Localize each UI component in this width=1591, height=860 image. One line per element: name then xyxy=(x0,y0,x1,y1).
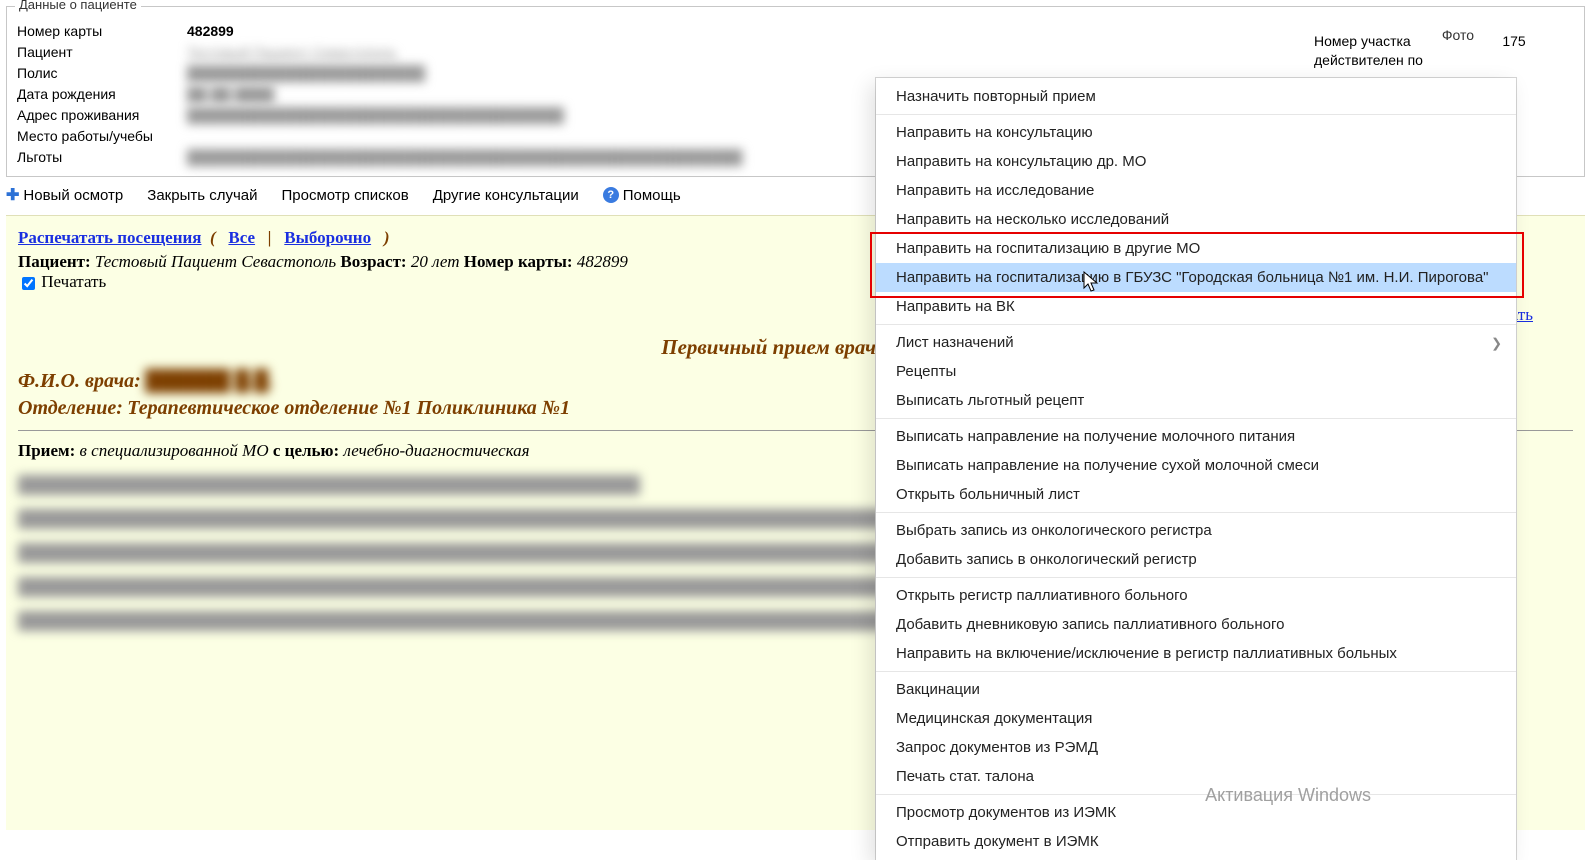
menu-item[interactable]: Отправить документ в ИЭМК xyxy=(876,827,1516,856)
all-link[interactable]: Все xyxy=(228,228,255,247)
menu-item[interactable]: Выписать льготный рецепт xyxy=(876,386,1516,415)
menu-item[interactable]: Выбрать запись из онкологического регист… xyxy=(876,516,1516,545)
menu-separator xyxy=(876,512,1516,513)
chevron-right-icon: ❯ xyxy=(1491,333,1502,352)
valid-label: действителен по xyxy=(1314,52,1474,68)
menu-item[interactable]: Выписать направление на получение молочн… xyxy=(876,422,1516,451)
doctor-label: Ф.И.О. врача: xyxy=(18,370,141,392)
menu-item[interactable]: Назначить повторный прием xyxy=(876,82,1516,111)
menu-item[interactable]: Выписать направление на получение сухой … xyxy=(876,451,1516,480)
menu-separator xyxy=(876,114,1516,115)
menu-item[interactable]: Добавить запись в онкологический регистр xyxy=(876,545,1516,574)
policy-value: ████████████████████████ xyxy=(187,63,425,83)
print-check-label: Печатать xyxy=(41,272,106,291)
recept-val2: лечебно-диагностическая xyxy=(343,441,529,460)
print-checkbox[interactable] xyxy=(22,277,35,290)
patient-name-label: Пациент xyxy=(17,42,187,62)
menu-separator xyxy=(876,671,1516,672)
site-value: 175 xyxy=(1474,33,1554,49)
help-button[interactable]: ?Помощь xyxy=(603,187,681,204)
doctor-value: ██████ █.█. xyxy=(145,370,273,392)
age-value: 20 лет xyxy=(411,252,460,271)
menu-item[interactable]: Направить на ВК xyxy=(876,292,1516,321)
new-exam-label: Новый осмотр xyxy=(23,187,123,204)
work-label: Место работы/учебы xyxy=(17,126,187,146)
policy-label: Полис xyxy=(17,63,187,83)
plus-icon: ✚ xyxy=(6,185,19,205)
recept-lbl1: Прием: xyxy=(18,441,75,460)
menu-item[interactable]: Направить на консультацию др. МО xyxy=(876,147,1516,176)
help-icon: ? xyxy=(603,187,619,203)
menu-separator xyxy=(876,324,1516,325)
menu-item[interactable]: Направить на исследование xyxy=(876,176,1516,205)
context-menu: Назначить повторный прием Направить на ко… xyxy=(876,78,1516,860)
card-label: Номер карты xyxy=(17,21,187,41)
view-lists-button[interactable]: Просмотр списков xyxy=(282,187,409,204)
recept-lbl2: с целью: xyxy=(273,441,339,460)
addr-value: ██████████████████████████████████████ xyxy=(187,105,564,125)
menu-item[interactable]: Печать стат. талона xyxy=(876,762,1516,791)
close-case-button[interactable]: Закрыть случай xyxy=(147,187,257,204)
benefits-value: ████████████████████████████████████████… xyxy=(187,147,742,167)
menu-item[interactable]: Добавить дневниковую запись паллиативног… xyxy=(876,610,1516,639)
benefits-label: Льготы xyxy=(17,147,187,167)
card-lbl2: Номер карты: xyxy=(464,252,573,271)
menu-item[interactable]: Открыть больничный лист xyxy=(876,480,1516,509)
other-consultations-button[interactable]: Другие консультации xyxy=(433,187,579,204)
menu-item[interactable]: Рецепты xyxy=(876,357,1516,386)
menu-item[interactable]: Медицинская документация xyxy=(876,704,1516,733)
menu-item[interactable]: Направить на госпитализацию в другие МО xyxy=(876,234,1516,263)
menu-item[interactable]: Вакцинации xyxy=(876,675,1516,704)
menu-separator xyxy=(876,577,1516,578)
menu-item[interactable]: Запрос документов из РЭМД xyxy=(876,733,1516,762)
menu-item[interactable]: Лист назначений❯ xyxy=(876,328,1516,357)
patient-value: Тестовый Пациент Севастополь xyxy=(95,252,336,271)
menu-item[interactable]: Просмотр документов из ИЭМК xyxy=(876,798,1516,827)
card-value: 482899 xyxy=(187,21,234,41)
age-label: Возраст: xyxy=(340,252,406,271)
menu-separator xyxy=(876,418,1516,419)
menu-item[interactable]: Направить на консультацию xyxy=(876,118,1516,147)
photo-label: Фото xyxy=(1442,27,1474,43)
patient-name-link[interactable]: Тестовый Пациент Севастополь xyxy=(187,42,397,62)
dob-label: Дата рождения xyxy=(17,84,187,104)
menu-item[interactable]: Направить на госпитализацию в ГБУЗС "Гор… xyxy=(876,263,1516,292)
addr-label: Адрес проживания xyxy=(17,105,187,125)
patient-label: Пациент: xyxy=(18,252,91,271)
menu-separator xyxy=(876,794,1516,795)
menu-item[interactable]: Направить на включение/исключение в реги… xyxy=(876,639,1516,668)
frame-title: Данные о пациенте xyxy=(15,0,141,12)
dept-value: Терапевтическое отделение №1 Поликлиника… xyxy=(127,397,570,419)
dob-value: ██.██.████ xyxy=(187,84,274,104)
visit-title: Первичный прием врача: xyxy=(661,335,893,359)
selective-link[interactable]: Выборочно xyxy=(284,228,371,247)
menu-item[interactable]: Направить на несколько исследований xyxy=(876,205,1516,234)
menu-item[interactable]: Открыть регистр паллиативного больного xyxy=(876,581,1516,610)
card-val2: 482899 xyxy=(577,252,628,271)
dept-label: Отделение: xyxy=(18,397,123,419)
recept-val1: в специализированной МО xyxy=(80,441,269,460)
print-visits-link[interactable]: Распечатать посещения xyxy=(18,228,201,247)
new-exam-button[interactable]: ✚Новый осмотр xyxy=(6,185,123,205)
